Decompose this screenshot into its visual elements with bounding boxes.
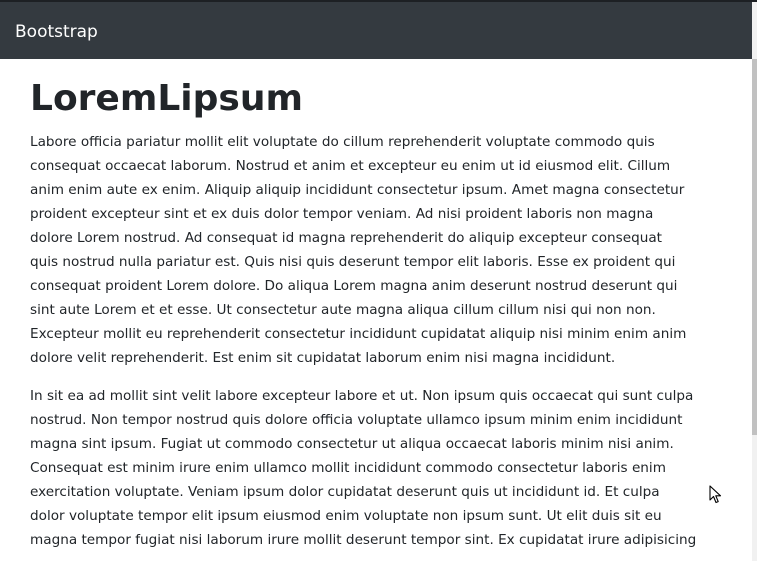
paragraph-line: dolore Lorem nostrud. Ad consequat id ma… [30, 230, 663, 246]
page-title: LoremLipsum [30, 78, 303, 119]
paragraph-line: sint aute Lorem et et esse. Ut consectet… [30, 302, 656, 318]
paragraph-1: Labore officia pariatur mollit elit volu… [30, 130, 686, 370]
paragraph-line: In sit ea ad mollit sint velit labore ex… [30, 388, 694, 404]
paragraph-line: proident excepteur sint et ex duis dolor… [30, 206, 654, 222]
paragraph-line: dolore velit reprehenderit. Est enim sit… [30, 350, 616, 366]
paragraph-line: exercitation voluptate. Veniam ipsum dol… [30, 484, 660, 500]
paragraph-2: In sit ea ad mollit sint velit labore ex… [30, 384, 696, 552]
paragraph-line: dolor voluptate tempor elit ipsum eiusmo… [30, 508, 662, 524]
mouse-pointer-icon [709, 485, 722, 504]
navbar: Bootstrap [0, 2, 752, 59]
paragraph-line: anim enim aute ex enim. Aliquip aliquip … [30, 182, 685, 198]
paragraph-line: nostrud. Non tempor nostrud quis dolore … [30, 412, 683, 428]
paragraph-line: Consequat est minim irure enim ullamco m… [30, 460, 666, 476]
paragraph-line: consequat occaecat laborum. Nostrud et a… [30, 158, 671, 174]
scrollbar-thumb[interactable] [752, 59, 757, 435]
paragraph-line: Labore officia pariatur mollit elit volu… [30, 134, 655, 150]
paragraph-line: magna tempor fugiat nisi laborum irure m… [30, 532, 697, 548]
navbar-brand-link[interactable]: Bootstrap [15, 21, 98, 43]
paragraph-line: consequat proident Lorem dolore. Do aliq… [30, 278, 678, 294]
paragraph-line: magna sint ipsum. Fugiat ut commodo cons… [30, 436, 674, 452]
vertical-scrollbar[interactable] [752, 2, 757, 561]
paragraph-line: Excepteur mollit eu reprehenderit consec… [30, 326, 687, 342]
paragraph-line: quis nostrud nulla pariatur est. Quis ni… [30, 254, 676, 270]
